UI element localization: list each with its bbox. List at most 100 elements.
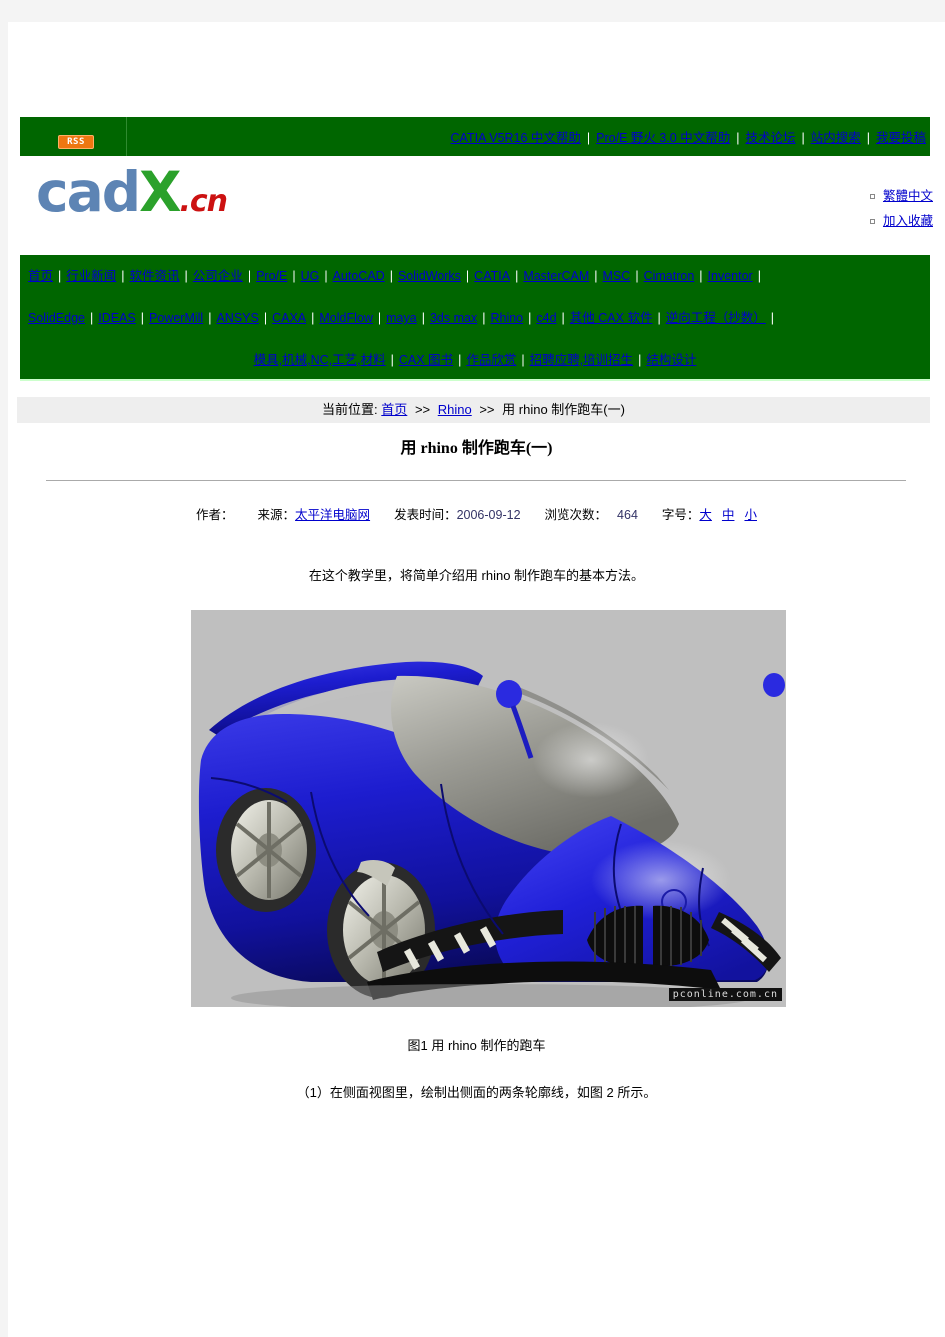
meta-views-label: 浏览次数： <box>544 508 608 522</box>
nav-item-ideas[interactable]: IDEAS <box>98 311 136 325</box>
nav-item-solidedge[interactable]: SolidEdge <box>28 311 85 325</box>
article-meta: 作者： 来源：太平洋电脑网 发表时间：2006-09-12 浏览次数： 464 字号：大中… <box>8 504 945 523</box>
nav-item-mastercam[interactable]: MasterCAM <box>523 269 589 283</box>
nav-sep: | <box>263 311 268 325</box>
nav-sep: | <box>515 269 519 283</box>
side-links: 繁體中文 加入收藏 <box>869 184 933 234</box>
nav-item-gallery[interactable]: 作品欣赏 <box>466 353 516 367</box>
nav-item-msc[interactable]: MSC <box>603 269 631 283</box>
nav-item-maya[interactable]: maya <box>386 311 417 325</box>
bullet-icon <box>869 194 875 200</box>
article-figure: pconline.com.cn <box>191 610 786 1007</box>
nav-item-solidworks[interactable]: SolidWorks <box>398 269 461 283</box>
nav-item-proe[interactable]: Pro/E <box>256 269 287 283</box>
fontsize-medium-button[interactable]: 中 <box>722 508 735 522</box>
nav-sep: | <box>635 269 639 283</box>
top-sep-1: | <box>586 131 591 145</box>
nav-item-ansys[interactable]: ANSYS <box>216 311 258 325</box>
canopy-highlight <box>533 722 649 798</box>
nav-item-powermill[interactable]: PowerMill <box>149 311 203 325</box>
nav-item-inventor[interactable]: Inventor <box>708 269 753 283</box>
nav-sep: | <box>638 353 642 367</box>
nav-sep: | <box>58 269 62 283</box>
top-link-proe-help[interactable]: Pro/E 野火 3.0 中文帮助 <box>596 131 730 145</box>
nav-sep: | <box>121 269 125 283</box>
nav-row-1: 首页 | 行业新闻 | 软件资讯 | 公司企业 | Pro/E | UG | AutoCAD | Solid… <box>20 255 930 297</box>
nav-item-cimatron[interactable]: Cimatron <box>644 269 695 283</box>
top-link-submit[interactable]: 我要投稿 <box>876 131 926 145</box>
link-add-bookmark[interactable]: 加入收藏 <box>883 214 933 228</box>
nav-sep: | <box>292 269 296 283</box>
nav-item-mold-machinery[interactable]: 模具,机械,NC,工艺,材料 <box>254 353 386 367</box>
meta-source-link[interactable]: 太平洋电脑网 <box>295 508 370 522</box>
nav-sep: | <box>377 311 382 325</box>
nav-item-cax-books[interactable]: CAX 图书 <box>399 353 453 367</box>
top-links: CATIA V5R16 中文帮助 | Pro/E 野火 3.0 中文帮助 | 技术论坛 |… <box>449 127 928 146</box>
breadcrumb-arrow-1: >> <box>414 402 431 417</box>
side-link-row-bookmark: 加入收藏 <box>869 209 933 234</box>
logo-part-cn: .cn <box>179 184 229 219</box>
nav-sep: | <box>247 269 252 283</box>
top-link-catia-help[interactable]: CATIA V5R16 中文帮助 <box>451 131 581 145</box>
nav-sep: | <box>521 353 525 367</box>
meta-date-value: 2006-09-12 <box>456 508 521 522</box>
site-logo[interactable]: cadX.cn <box>36 160 229 232</box>
nav-item-moldflow[interactable]: MoldFlow <box>319 311 373 325</box>
top-link-forum[interactable]: 技术论坛 <box>745 131 795 145</box>
fontsize-small-button[interactable]: 小 <box>744 508 757 522</box>
nav-item-caxa[interactable]: CAXA <box>272 311 306 325</box>
breadcrumb-arrow-2: >> <box>479 402 495 417</box>
nav-sep: | <box>757 269 761 283</box>
nav-item-other-cax[interactable]: 其他 CAX 软件 <box>570 311 653 325</box>
nav-sep: | <box>657 311 661 325</box>
nav-row-2: SolidEdge | IDEAS | PowerMill | ANSYS | CAXA | Mol… <box>20 297 930 339</box>
logo-part-x: X <box>139 160 181 224</box>
nav-sep: | <box>561 311 565 325</box>
main-navigation: 首页 | 行业新闻 | 软件资讯 | 公司企业 | Pro/E | UG | AutoCAD | Solid… <box>20 255 930 381</box>
nav-item-software-news[interactable]: 软件资讯 <box>130 269 180 283</box>
fontsize-large-button[interactable]: 大 <box>699 508 712 522</box>
meta-date-label: 发表时间： <box>394 508 457 522</box>
nav-sep: | <box>311 311 315 325</box>
meta-fontsize-label: 字号： <box>661 508 700 522</box>
title-divider <box>46 480 906 481</box>
nav-sep: | <box>184 269 188 283</box>
nav-row-3: 模具,机械,NC,工艺,材料 | CAX 图书 | 作品欣赏 | 招聘应聘,培训招生 | 结构设… <box>20 339 930 381</box>
nav-item-companies[interactable]: 公司企业 <box>193 269 243 283</box>
nav-sep: | <box>390 353 394 367</box>
wheel-rear <box>216 788 316 912</box>
nav-item-c4d[interactable]: c4d <box>536 311 556 325</box>
nav-item-jobs-training[interactable]: 招聘应聘,培训招生 <box>530 353 633 367</box>
rss-icon[interactable]: RSS <box>58 135 94 149</box>
nav-item-home[interactable]: 首页 <box>28 269 53 283</box>
breadcrumb-home[interactable]: 首页 <box>381 402 407 417</box>
nav-item-3dsmax[interactable]: 3ds max <box>430 311 477 325</box>
nav-item-catia[interactable]: CATIA <box>474 269 510 283</box>
nav-sep: | <box>458 353 462 367</box>
breadcrumb: 当前位置: 首页 >> Rhino >> 用 rhino 制作跑车(一) <box>17 397 930 423</box>
nav-item-reverse-engineering[interactable]: 逆向工程（抄数） <box>666 311 766 325</box>
bullet-icon <box>869 219 875 225</box>
top-link-site-search[interactable]: 站内搜索 <box>811 131 861 145</box>
nav-sep: | <box>421 311 425 325</box>
nav-sep: | <box>528 311 532 325</box>
nav-item-autocad[interactable]: AutoCAD <box>333 269 385 283</box>
nav-sep: | <box>699 269 703 283</box>
nav-item-ug[interactable]: UG <box>301 269 320 283</box>
nav-sep: | <box>140 311 145 325</box>
nav-item-rhino[interactable]: Rhino <box>490 311 523 325</box>
nav-sep: | <box>594 269 598 283</box>
nav-sep: | <box>465 269 470 283</box>
article-paragraph-1: 在这个教学里，将简单介绍用 rhino 制作跑车的基本方法。 <box>308 568 645 583</box>
nav-sep: | <box>90 311 94 325</box>
breadcrumb-label: 当前位置: <box>322 402 378 417</box>
breadcrumb-current: 用 rhino 制作跑车(一) <box>502 402 625 417</box>
nav-item-structural-design[interactable]: 结构设计 <box>646 353 696 367</box>
nav-sep: | <box>770 311 774 325</box>
mirror-right <box>763 673 785 697</box>
link-traditional-chinese[interactable]: 繁體中文 <box>883 189 933 203</box>
nav-sep: | <box>389 269 393 283</box>
meta-views-value: 464 <box>617 508 638 522</box>
breadcrumb-category[interactable]: Rhino <box>438 402 472 417</box>
nav-item-industry-news[interactable]: 行业新闻 <box>66 269 116 283</box>
